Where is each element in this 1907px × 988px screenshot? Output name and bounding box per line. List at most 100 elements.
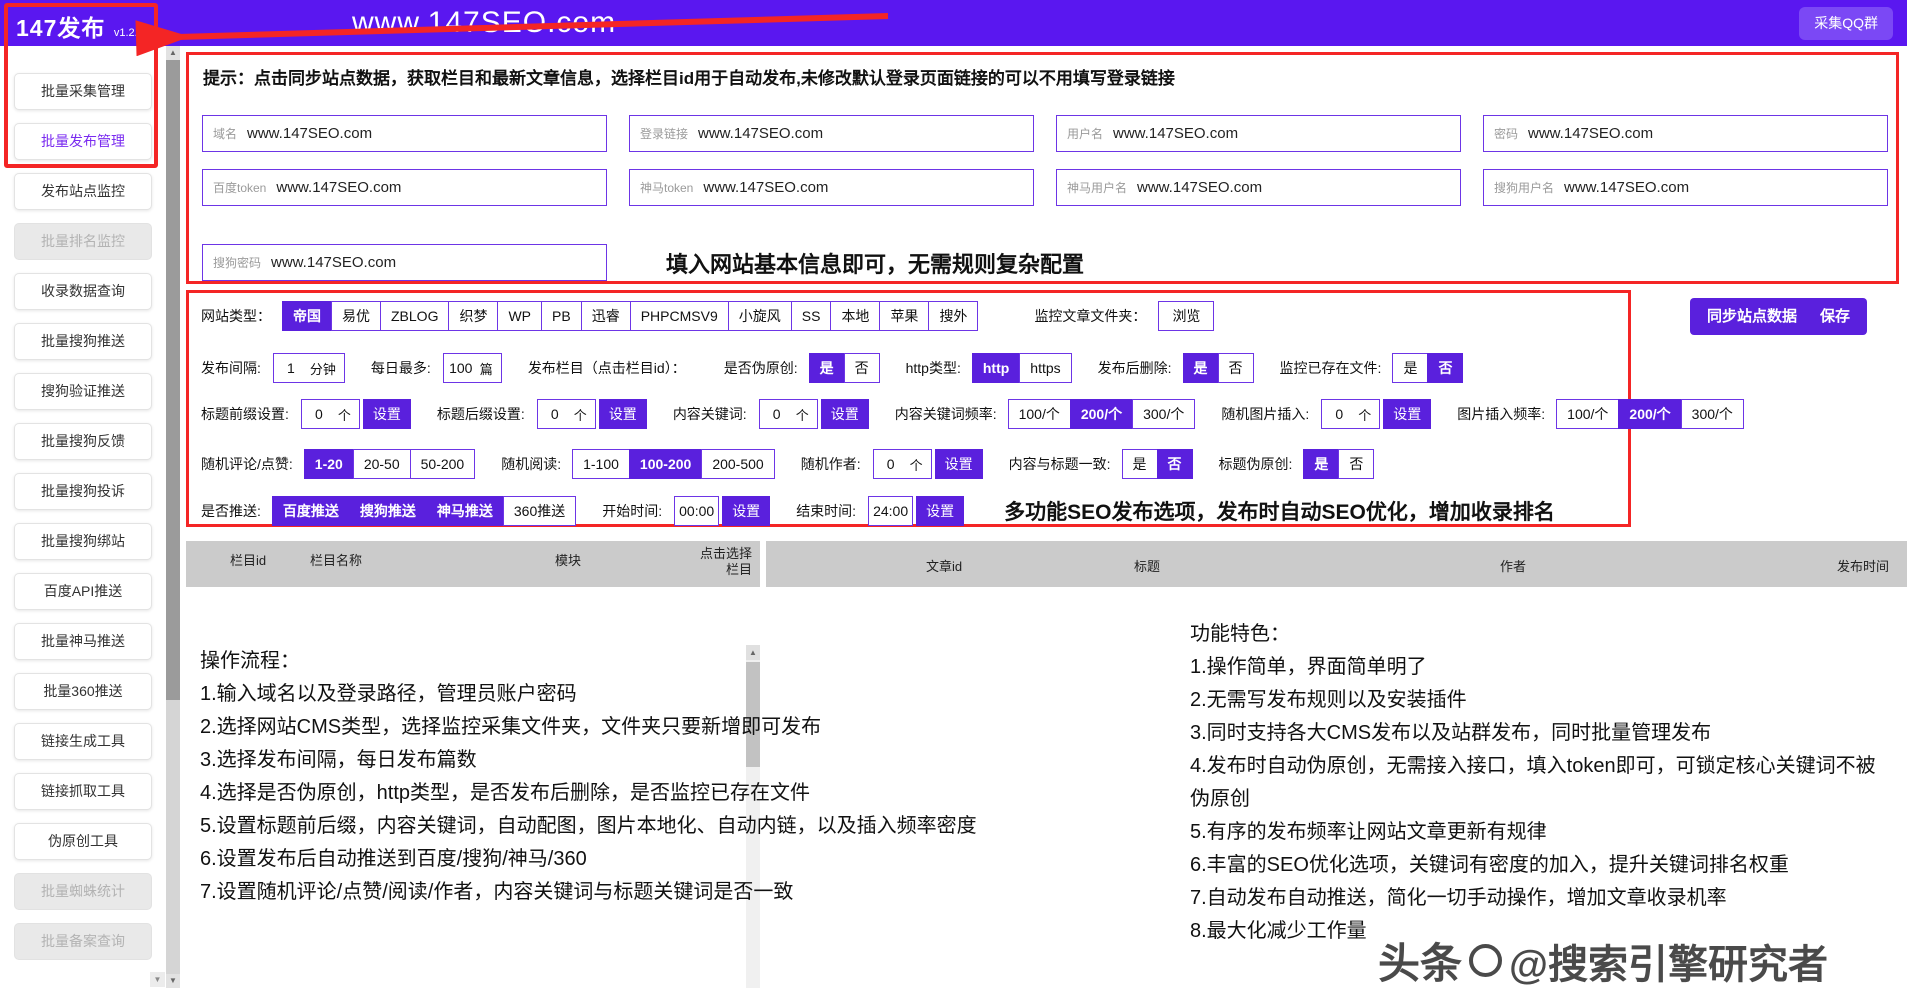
toggle-option[interactable]: 100-200 (629, 449, 702, 479)
toggle-option[interactable]: 200/个 (1618, 399, 1681, 429)
toggle-option[interactable]: 搜狗推送 (349, 496, 427, 526)
toggle-option[interactable]: 小旋风 (728, 301, 792, 331)
toggle-option[interactable]: 300/个 (1132, 399, 1195, 429)
toggle-option[interactable]: 否 (844, 353, 880, 383)
toggle-option[interactable]: 神马推送 (426, 496, 504, 526)
set-button[interactable]: 设置 (1383, 399, 1431, 429)
toggle-option[interactable]: SS (791, 301, 832, 331)
toggle-option[interactable]: 1-20 (304, 449, 354, 479)
number-input[interactable]: 0个 (1321, 399, 1380, 429)
sidebar-item-2[interactable]: 批量发布管理 (14, 123, 152, 160)
input-field-5[interactable]: 百度tokenwww.147SEO.com (202, 169, 607, 206)
input-field-3[interactable]: 用户名www.147SEO.com (1056, 115, 1461, 152)
save-button[interactable]: 保存 (1803, 298, 1867, 335)
toggle-option[interactable]: 本地 (830, 301, 880, 331)
sidebar-item-15[interactable]: 链接抓取工具 (14, 773, 152, 810)
sidebar-item-9[interactable]: 批量搜狗投诉 (14, 473, 152, 510)
sidebar-item-6[interactable]: 批量搜狗推送 (14, 323, 152, 360)
toggle-option[interactable]: PHPCMSV9 (630, 301, 729, 331)
toggle-option[interactable]: 50-200 (410, 449, 476, 479)
number-input[interactable]: 0个 (873, 449, 932, 479)
set-button[interactable]: 设置 (363, 399, 411, 429)
input-field-6[interactable]: 神马tokenwww.147SEO.com (629, 169, 1034, 206)
number-value: 1 (274, 360, 308, 376)
number-input[interactable]: 00:00 (674, 496, 719, 526)
set-button[interactable]: 设置 (916, 496, 964, 526)
toggle-option[interactable]: 织梦 (448, 301, 498, 331)
toggle-option[interactable]: 是 (1392, 353, 1428, 383)
toggle-option[interactable]: 苹果 (879, 301, 929, 331)
toggle-option[interactable]: 200/个 (1070, 399, 1133, 429)
input-field-8[interactable]: 搜狗用户名www.147SEO.com (1483, 169, 1888, 206)
sidebar-item-7[interactable]: 搜狗验证推送 (14, 373, 152, 410)
toggle-option[interactable]: 100/个 (1008, 399, 1071, 429)
setting-label: 开始时间: (602, 501, 662, 521)
toggle-option[interactable]: 100/个 (1556, 399, 1619, 429)
app-logo-text: 147发布 (16, 15, 105, 41)
sidebar-item-5[interactable]: 收录数据查询 (14, 273, 152, 310)
browse-button[interactable]: 浏览 (1158, 301, 1214, 331)
toggle-option[interactable]: 360推送 (503, 496, 576, 526)
set-button[interactable]: 设置 (935, 449, 983, 479)
toggle-option[interactable]: 1-100 (572, 449, 630, 479)
sidebar-item-14[interactable]: 链接生成工具 (14, 723, 152, 760)
column-header: 栏目id (230, 550, 266, 569)
toggle-option[interactable]: http (972, 353, 1020, 383)
toggle-option[interactable]: 搜外 (928, 301, 978, 331)
toggle-option[interactable]: 否 (1338, 449, 1374, 479)
set-button[interactable]: 设置 (599, 399, 647, 429)
sidebar-item-13[interactable]: 批量360推送 (14, 673, 152, 710)
sidebar-item-10[interactable]: 批量搜狗绑站 (14, 523, 152, 560)
sidebar-scrollbar[interactable]: ▲ ▼ (166, 46, 180, 988)
toggle-option[interactable]: 否 (1427, 353, 1463, 383)
settings-segment: 每日最多:100篇 (371, 353, 502, 383)
toggle-option[interactable]: 迅睿 (581, 301, 631, 331)
setting-label: 发布间隔: (201, 358, 261, 378)
number-input[interactable]: 0个 (537, 399, 596, 429)
sync-site-data-button[interactable]: 同步站点数据 (1690, 298, 1814, 335)
toggle-option[interactable]: 是 (809, 353, 845, 383)
qq-group-button[interactable]: 采集QQ群 (1799, 7, 1893, 40)
toggle-option[interactable]: WP (497, 301, 542, 331)
input-field-2[interactable]: 登录链接www.147SEO.com (629, 115, 1034, 152)
toggle-group: 是否 (810, 353, 880, 383)
toggle-option[interactable]: 否 (1157, 449, 1193, 479)
scroll-down-icon[interactable]: ▼ (166, 974, 180, 988)
input-field-4[interactable]: 密码www.147SEO.com (1483, 115, 1888, 152)
toggle-option[interactable]: 易优 (331, 301, 381, 331)
number-input[interactable]: 1分钟 (273, 353, 345, 383)
sidebar-item-16[interactable]: 伪原创工具 (14, 823, 152, 860)
toggle-option[interactable]: 帝国 (282, 301, 332, 331)
sidebar-item-8[interactable]: 批量搜狗反馈 (14, 423, 152, 460)
sidebar-item-11[interactable]: 百度API推送 (14, 573, 152, 610)
set-button[interactable]: 设置 (722, 496, 770, 526)
sidebar-scroll-down-icon[interactable]: ▼ (150, 972, 165, 987)
toggle-option[interactable]: 20-50 (353, 449, 411, 479)
toggle-option[interactable]: 否 (1218, 353, 1254, 383)
toggle-option[interactable]: PB (541, 301, 582, 331)
sidebar-item-1[interactable]: 批量采集管理 (14, 73, 152, 110)
number-input[interactable]: 24:00 (868, 496, 913, 526)
toggle-option[interactable]: 是 (1183, 353, 1219, 383)
toggle-option[interactable]: https (1019, 353, 1071, 383)
toggle-option[interactable]: 300/个 (1681, 399, 1744, 429)
input-field-9[interactable]: 搜狗密码www.147SEO.com (202, 244, 607, 281)
toggle-group: 百度推送搜狗推送神马推送360推送 (273, 496, 576, 526)
scrollbar-thumb[interactable] (166, 60, 180, 700)
setting-label: 监控已存在文件: (1280, 358, 1382, 378)
toggle-option[interactable]: 是 (1303, 449, 1339, 479)
input-field-7[interactable]: 神马用户名www.147SEO.com (1056, 169, 1461, 206)
number-input[interactable]: 0个 (301, 399, 360, 429)
sidebar-item-12[interactable]: 批量神马推送 (14, 623, 152, 660)
input-field-1[interactable]: 域名www.147SEO.com (202, 115, 607, 152)
toggle-option[interactable]: 百度推送 (272, 496, 350, 526)
number-input[interactable]: 0个 (759, 399, 818, 429)
toggle-option[interactable]: 200-500 (701, 449, 774, 479)
toggle-option[interactable]: ZBLOG (380, 301, 449, 331)
toggle-option[interactable]: 是 (1122, 449, 1158, 479)
set-button[interactable]: 设置 (821, 399, 869, 429)
scroll-up-icon[interactable]: ▲ (166, 46, 180, 60)
top-bar: 147发布 v1.2.3 www.147SEO.com 采集QQ群 (0, 0, 1907, 46)
sidebar-item-3[interactable]: 发布站点监控 (14, 173, 152, 210)
number-input[interactable]: 100篇 (443, 353, 502, 383)
